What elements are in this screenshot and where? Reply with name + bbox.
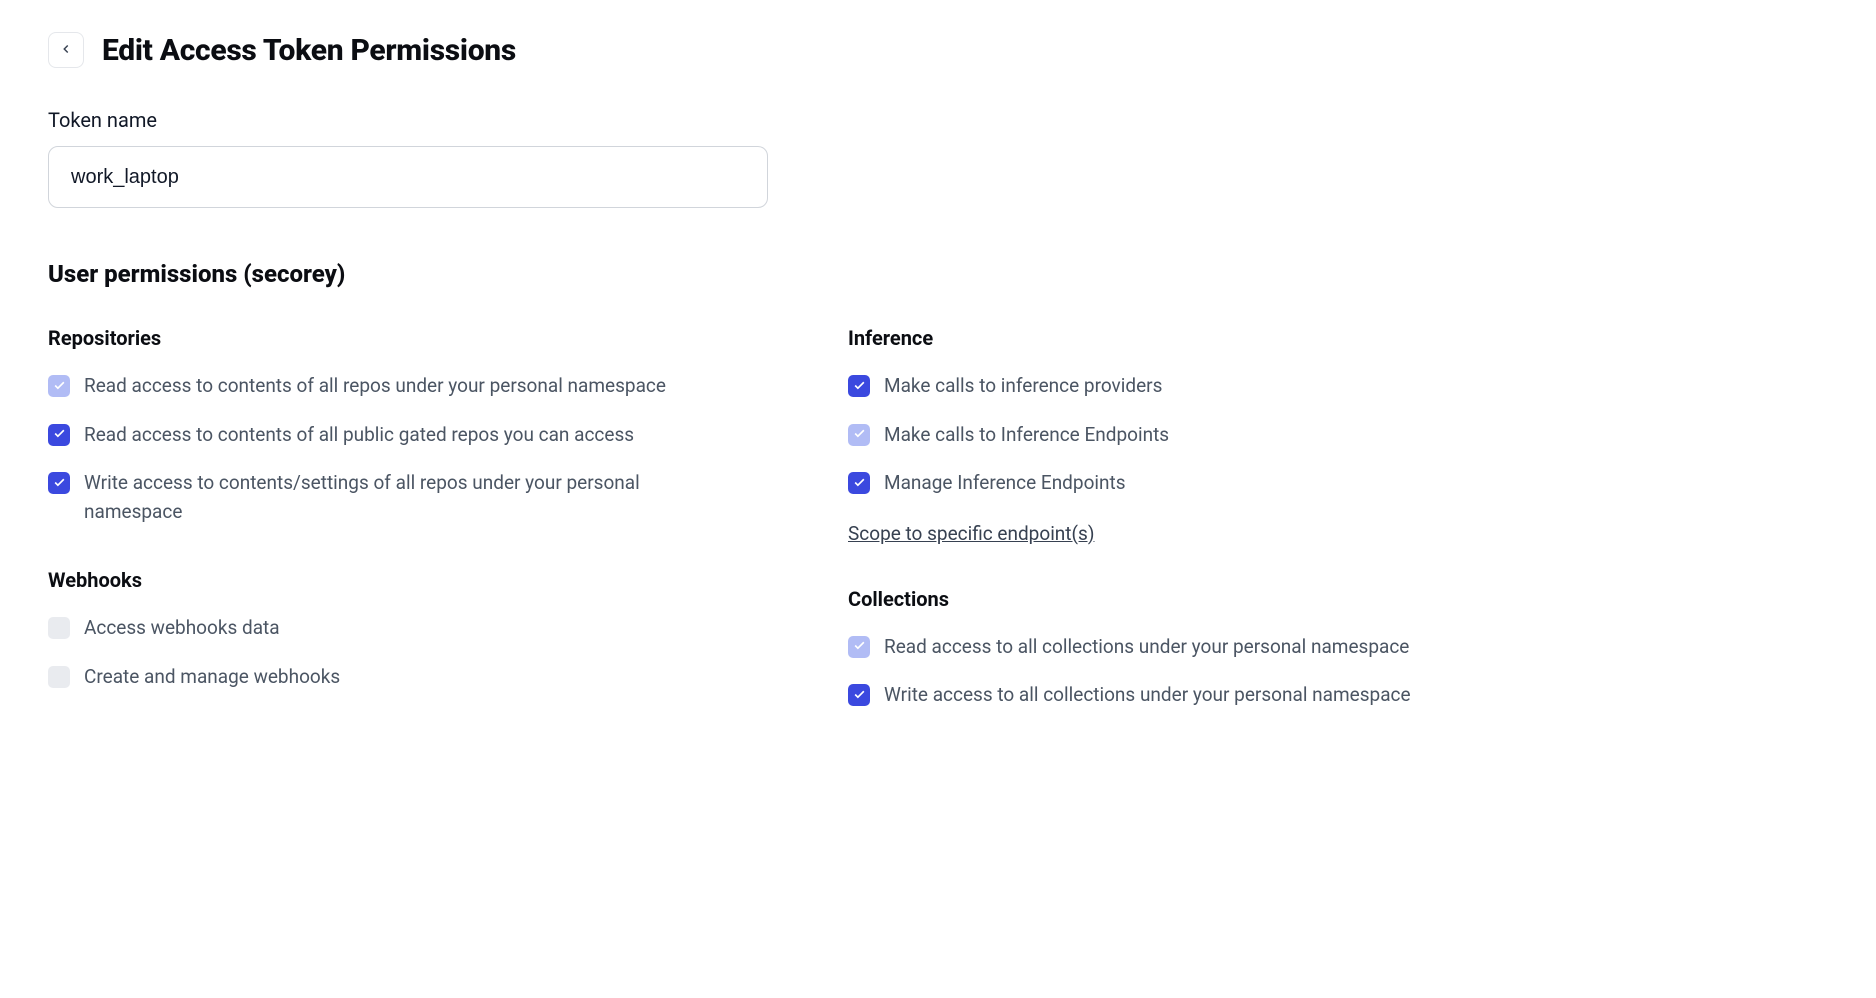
check-icon <box>853 474 866 493</box>
perm-row-inference-endpoints-call: Make calls to Inference Endpoints <box>848 421 1488 450</box>
group-title-repositories: Repositories <box>48 326 728 350</box>
page-header: Edit Access Token Permissions <box>48 32 1828 68</box>
perm-row-repo-write: Write access to contents/settings of all… <box>48 469 728 526</box>
perm-label: Access webhooks data <box>84 614 280 643</box>
perm-row-collections-read: Read access to all collections under you… <box>848 633 1488 662</box>
checkbox-inference-endpoints-call[interactable] <box>848 424 870 446</box>
page-title: Edit Access Token Permissions <box>102 33 516 68</box>
checkbox-webhooks-access[interactable] <box>48 617 70 639</box>
checkbox-repo-read-gated[interactable] <box>48 424 70 446</box>
token-name-label: Token name <box>48 108 1828 132</box>
check-icon <box>53 377 66 396</box>
checkbox-repo-write[interactable] <box>48 472 70 494</box>
perm-label: Read access to contents of all public ga… <box>84 421 634 450</box>
perm-label: Write access to contents/settings of all… <box>84 469 728 526</box>
check-icon <box>853 686 866 705</box>
permissions-columns: Repositories Read access to contents of … <box>48 316 1828 730</box>
check-icon <box>853 425 866 444</box>
perm-row-inference-endpoints-manage: Manage Inference Endpoints <box>848 469 1488 498</box>
perm-label: Manage Inference Endpoints <box>884 469 1126 498</box>
left-column: Repositories Read access to contents of … <box>48 316 728 730</box>
perm-row-inference-providers: Make calls to inference providers <box>848 372 1488 401</box>
checkbox-inference-providers[interactable] <box>848 375 870 397</box>
perm-label: Make calls to inference providers <box>884 372 1162 401</box>
check-icon <box>853 637 866 656</box>
group-title-inference: Inference <box>848 326 1488 350</box>
check-icon <box>53 425 66 444</box>
checkbox-repo-read-personal[interactable] <box>48 375 70 397</box>
perm-row-webhooks-manage: Create and manage webhooks <box>48 663 728 692</box>
checkbox-collections-write[interactable] <box>848 684 870 706</box>
check-icon <box>853 377 866 396</box>
group-title-webhooks: Webhooks <box>48 568 728 592</box>
perm-label: Make calls to Inference Endpoints <box>884 421 1169 450</box>
perm-row-repo-read-personal: Read access to contents of all repos und… <box>48 372 728 401</box>
token-name-input[interactable] <box>48 146 768 208</box>
checkbox-collections-read[interactable] <box>848 636 870 658</box>
group-title-collections: Collections <box>848 587 1488 611</box>
back-button[interactable] <box>48 32 84 68</box>
perm-label: Write access to all collections under yo… <box>884 681 1411 710</box>
perm-row-collections-write: Write access to all collections under yo… <box>848 681 1488 710</box>
perm-row-webhooks-access: Access webhooks data <box>48 614 728 643</box>
perm-row-repo-read-gated: Read access to contents of all public ga… <box>48 421 728 450</box>
check-icon <box>53 474 66 493</box>
perm-label: Read access to contents of all repos und… <box>84 372 666 401</box>
user-permissions-heading: User permissions (secorey) <box>48 260 1828 288</box>
perm-label: Create and manage webhooks <box>84 663 340 692</box>
scope-endpoints-link[interactable]: Scope to specific endpoint(s) <box>848 522 1094 545</box>
chevron-left-icon <box>59 42 73 59</box>
right-column: Inference Make calls to inference provid… <box>848 316 1488 730</box>
checkbox-inference-endpoints-manage[interactable] <box>848 472 870 494</box>
checkbox-webhooks-manage[interactable] <box>48 666 70 688</box>
perm-label: Read access to all collections under you… <box>884 633 1409 662</box>
